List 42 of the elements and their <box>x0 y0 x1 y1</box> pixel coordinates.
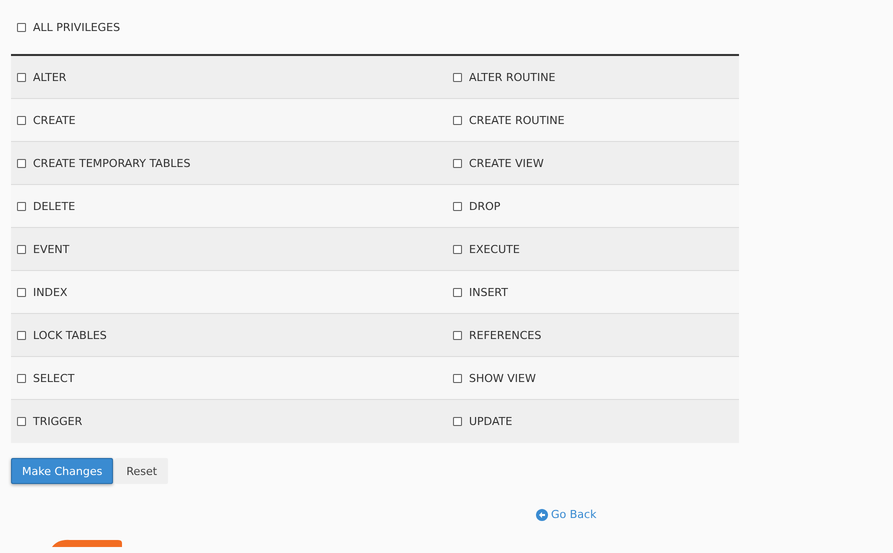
make-changes-button[interactable]: Make Changes <box>11 458 114 484</box>
go-back-link[interactable]: Go Back <box>536 508 596 521</box>
checkbox[interactable] <box>453 288 462 296</box>
checkbox-label: REFERENCES <box>469 328 542 342</box>
checkbox[interactable] <box>453 417 462 426</box>
checkbox-label: DROP <box>469 200 500 212</box>
checkbox[interactable] <box>453 202 462 210</box>
checkbox[interactable] <box>453 374 462 382</box>
checkbox[interactable] <box>17 116 26 124</box>
checkbox-label: ALTER <box>33 70 66 84</box>
checkbox-label: CREATE TEMPORARY TABLES <box>33 156 190 170</box>
checkbox-label: DELETE <box>33 200 76 212</box>
checkbox[interactable] <box>17 330 26 340</box>
checkbox[interactable] <box>17 22 26 32</box>
checkbox-label: ALL PRIVILEGES <box>33 20 120 34</box>
checkbox-label: EXECUTE <box>469 242 520 256</box>
checkbox-label: TRIGGER <box>33 415 82 428</box>
checkbox-label: UPDATE <box>469 415 512 428</box>
checkbox[interactable] <box>453 330 462 340</box>
checkbox-label: INDEX <box>33 286 68 298</box>
checkbox[interactable] <box>453 116 462 124</box>
checkbox[interactable] <box>17 288 26 296</box>
checkbox-label: EVENT <box>33 242 70 256</box>
checkbox[interactable] <box>453 72 462 82</box>
back-arrow-icon <box>536 508 548 520</box>
checkbox-label: INSERT <box>469 286 508 298</box>
checkbox-label: SHOW VIEW <box>469 372 536 384</box>
checkbox[interactable] <box>17 202 26 210</box>
checkbox-label: SELECT <box>33 372 74 384</box>
checkbox-label: ALTER ROUTINE <box>469 70 556 84</box>
reset-button[interactable]: Reset <box>115 458 168 484</box>
checkbox[interactable] <box>17 244 26 254</box>
checkbox-label: CREATE VIEW <box>469 156 544 170</box>
checkbox-label: CREATE ROUTINE <box>469 114 565 126</box>
checkbox-label: LOCK TABLES <box>33 328 107 342</box>
checkbox[interactable] <box>453 158 462 168</box>
checkbox[interactable] <box>17 72 26 82</box>
checkbox[interactable] <box>17 374 26 382</box>
checkbox[interactable] <box>17 417 26 426</box>
checkbox-label: CREATE <box>33 114 76 126</box>
checkbox[interactable] <box>453 244 462 254</box>
checkbox[interactable] <box>17 158 26 168</box>
